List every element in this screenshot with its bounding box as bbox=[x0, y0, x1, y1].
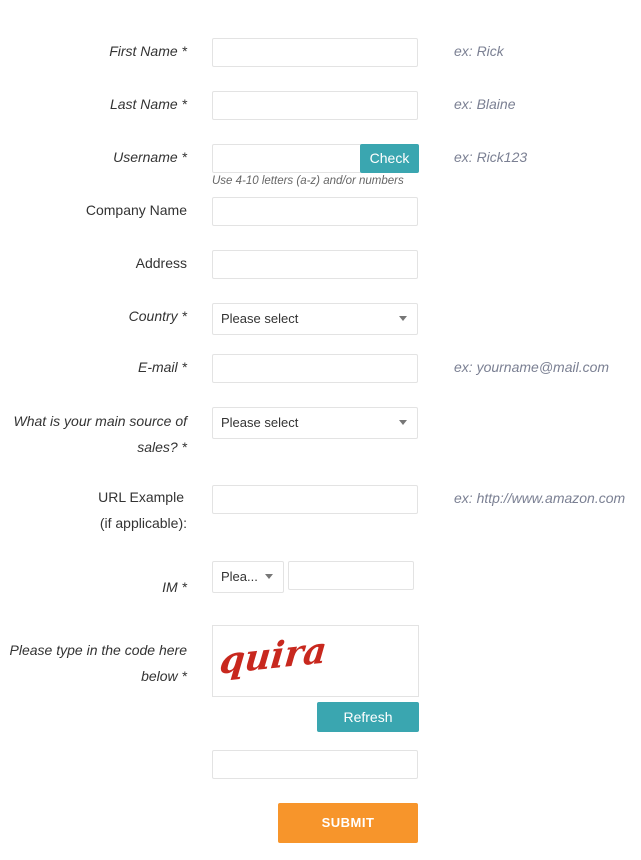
username-hint: Use 4-10 letters (a-z) and/or numbers bbox=[212, 175, 404, 187]
username-label: Username * bbox=[113, 149, 187, 165]
url-label-line2: (if applicable): bbox=[99, 515, 187, 531]
refresh-button[interactable]: Refresh bbox=[317, 702, 419, 732]
first-name-label: First Name * bbox=[109, 43, 187, 59]
url-label-line1: URL Example bbox=[98, 489, 184, 505]
check-button[interactable]: Check bbox=[360, 144, 419, 173]
sales-source-selected-value: Please select bbox=[221, 415, 299, 430]
country-select[interactable]: Please select bbox=[212, 303, 418, 335]
sales-source-label-line1: What is your main source of bbox=[13, 413, 187, 429]
last-name-input[interactable] bbox=[212, 91, 418, 120]
country-label: Country * bbox=[128, 308, 187, 324]
captcha-answer-input[interactable] bbox=[212, 750, 418, 779]
country-selected-value: Please select bbox=[221, 311, 299, 326]
im-selected-value: Plea... bbox=[221, 569, 258, 584]
first-name-example: ex: Rick bbox=[454, 43, 504, 59]
company-label: Company Name bbox=[85, 202, 187, 218]
chevron-down-icon bbox=[399, 316, 407, 321]
submit-button[interactable]: SUBMIT bbox=[278, 803, 418, 843]
last-name-example: ex: Blaine bbox=[454, 96, 516, 112]
company-input[interactable] bbox=[212, 197, 418, 226]
url-input[interactable] bbox=[212, 485, 418, 514]
im-type-select[interactable]: Plea... bbox=[212, 561, 284, 593]
email-input[interactable] bbox=[212, 354, 418, 383]
captcha-image: quira bbox=[212, 625, 419, 697]
username-input[interactable] bbox=[212, 144, 362, 173]
chevron-down-icon bbox=[265, 574, 273, 579]
email-example: ex: yourname@mail.com bbox=[454, 359, 610, 375]
address-label: Address bbox=[135, 255, 187, 271]
sales-source-select[interactable]: Please select bbox=[212, 407, 418, 439]
address-input[interactable] bbox=[212, 250, 418, 279]
email-label: E-mail * bbox=[137, 359, 187, 375]
username-example: ex: Rick123 bbox=[454, 149, 528, 165]
captcha-code-graphic: quira bbox=[218, 628, 329, 682]
first-name-input[interactable] bbox=[212, 38, 418, 67]
chevron-down-icon bbox=[399, 420, 407, 425]
captcha-label-line1: Please type in the code here bbox=[9, 642, 187, 658]
im-label: IM * bbox=[162, 579, 187, 595]
im-handle-input[interactable] bbox=[288, 561, 414, 590]
url-example: ex: http://www.amazon.com bbox=[454, 490, 626, 506]
sales-source-label-line2: sales? * bbox=[137, 439, 187, 455]
captcha-label-line2: below * bbox=[141, 668, 187, 684]
last-name-label: Last Name * bbox=[109, 96, 187, 112]
captcha-code-text: quira bbox=[218, 628, 329, 682]
